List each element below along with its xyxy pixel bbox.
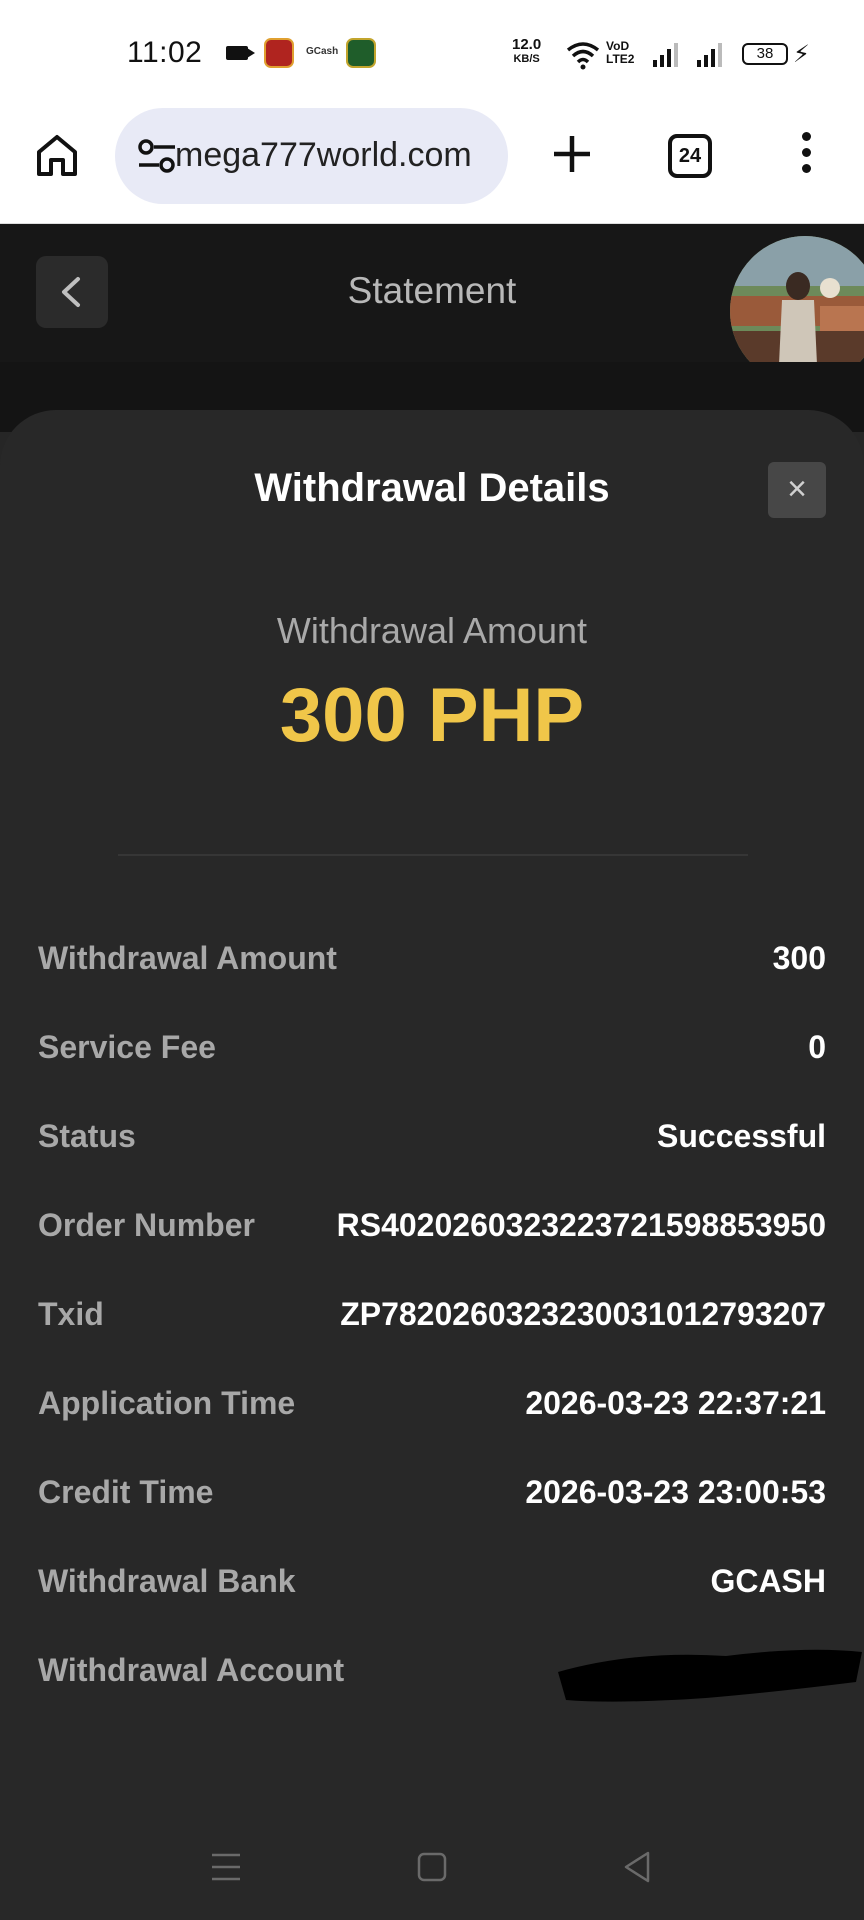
detail-row-txid: Txid ZP7820260323230031012793207 bbox=[38, 1288, 826, 1338]
detail-value: GCASH bbox=[710, 1563, 826, 1599]
url-text[interactable]: mega777world.com bbox=[175, 136, 500, 175]
recents-menu-icon[interactable] bbox=[210, 1852, 242, 1882]
browser-toolbar: mega777world.com 24 bbox=[0, 108, 864, 224]
wifi-icon bbox=[566, 42, 600, 70]
detail-label: Txid bbox=[38, 1296, 104, 1332]
casino-app-notification-icon bbox=[346, 38, 376, 68]
detail-row-credit-time: Credit Time 2026-03-23 23:00:53 bbox=[38, 1466, 826, 1516]
status-value: Successful bbox=[657, 1118, 826, 1154]
amount-value: 300 PHP bbox=[279, 673, 585, 758]
sheet-title: Withdrawal Details bbox=[254, 466, 610, 510]
game-app-notification-icon bbox=[264, 38, 294, 68]
detail-row-service-fee: Service Fee 0 bbox=[38, 1021, 826, 1071]
detail-row-status: Status Successful bbox=[38, 1110, 826, 1160]
gcash-notification-icon: GCash bbox=[306, 46, 339, 57]
detail-row-order-number: Order Number RS4020260323223721598853950 bbox=[38, 1199, 826, 1249]
new-tab-icon[interactable] bbox=[548, 130, 596, 178]
charging-icon: ⚡ bbox=[793, 41, 810, 68]
detail-value: 300 bbox=[772, 940, 826, 976]
tab-switcher-button[interactable]: 24 bbox=[668, 134, 712, 178]
txid-value: ZP7820260323230031012793207 bbox=[340, 1296, 826, 1332]
detail-row-withdrawal-bank: Withdrawal Bank GCASH bbox=[38, 1555, 826, 1605]
system-nav-bar bbox=[0, 1810, 864, 1920]
volte-label-bottom: LTE2 bbox=[606, 52, 635, 66]
detail-label: Withdrawal Bank bbox=[38, 1563, 296, 1599]
network-speed: 12.0 KB/S bbox=[512, 36, 542, 66]
divider bbox=[118, 854, 748, 856]
signal-strength-icon-2 bbox=[697, 43, 722, 67]
status-clock: 11:02 bbox=[127, 36, 203, 69]
page-header: Statement bbox=[0, 224, 864, 386]
signal-strength-icon bbox=[653, 43, 678, 67]
order-number-value: RS4020260323223721598853950 bbox=[336, 1207, 826, 1243]
detail-value: 0 bbox=[808, 1029, 826, 1065]
video-camera-icon bbox=[226, 46, 255, 60]
detail-value: 2026-03-23 23:00:53 bbox=[525, 1474, 826, 1510]
close-button[interactable]: × bbox=[768, 462, 826, 518]
detail-label: Service Fee bbox=[38, 1029, 216, 1065]
status-bar: 11:02 GCash 12.0 KB/S VoD LTE2 38 ⚡ bbox=[0, 0, 864, 108]
detail-row-withdrawal-amount: Withdrawal Amount 300 bbox=[38, 932, 826, 982]
detail-label: Application Time bbox=[38, 1385, 296, 1421]
site-settings-icon[interactable] bbox=[137, 138, 177, 174]
detail-label: Status bbox=[38, 1118, 136, 1154]
home-square-icon[interactable] bbox=[417, 1852, 447, 1882]
detail-label: Withdrawal Account bbox=[38, 1652, 345, 1688]
volte-icon: VoD LTE2 bbox=[606, 40, 634, 66]
battery-icon: 38 bbox=[742, 43, 788, 65]
detail-row-application-time: Application Time 2026-03-23 22:37:21 bbox=[38, 1377, 826, 1427]
address-bar[interactable]: mega777world.com bbox=[115, 108, 508, 204]
more-menu-icon[interactable] bbox=[796, 132, 816, 180]
network-speed-value: 12.0 bbox=[512, 36, 542, 53]
withdrawal-details-sheet: Withdrawal Details × Withdrawal Amount 3… bbox=[0, 410, 864, 1920]
detail-label: Credit Time bbox=[38, 1474, 214, 1510]
back-triangle-icon[interactable] bbox=[622, 1850, 652, 1884]
detail-value: 2026-03-23 22:37:21 bbox=[525, 1385, 826, 1421]
redaction-scribble bbox=[558, 1649, 862, 1702]
network-speed-unit: KB/S bbox=[513, 53, 540, 65]
detail-label: Withdrawal Amount bbox=[38, 940, 337, 976]
amount-label: Withdrawal Amount bbox=[276, 610, 588, 651]
home-icon[interactable] bbox=[34, 132, 80, 178]
detail-label: Order Number bbox=[38, 1207, 255, 1243]
